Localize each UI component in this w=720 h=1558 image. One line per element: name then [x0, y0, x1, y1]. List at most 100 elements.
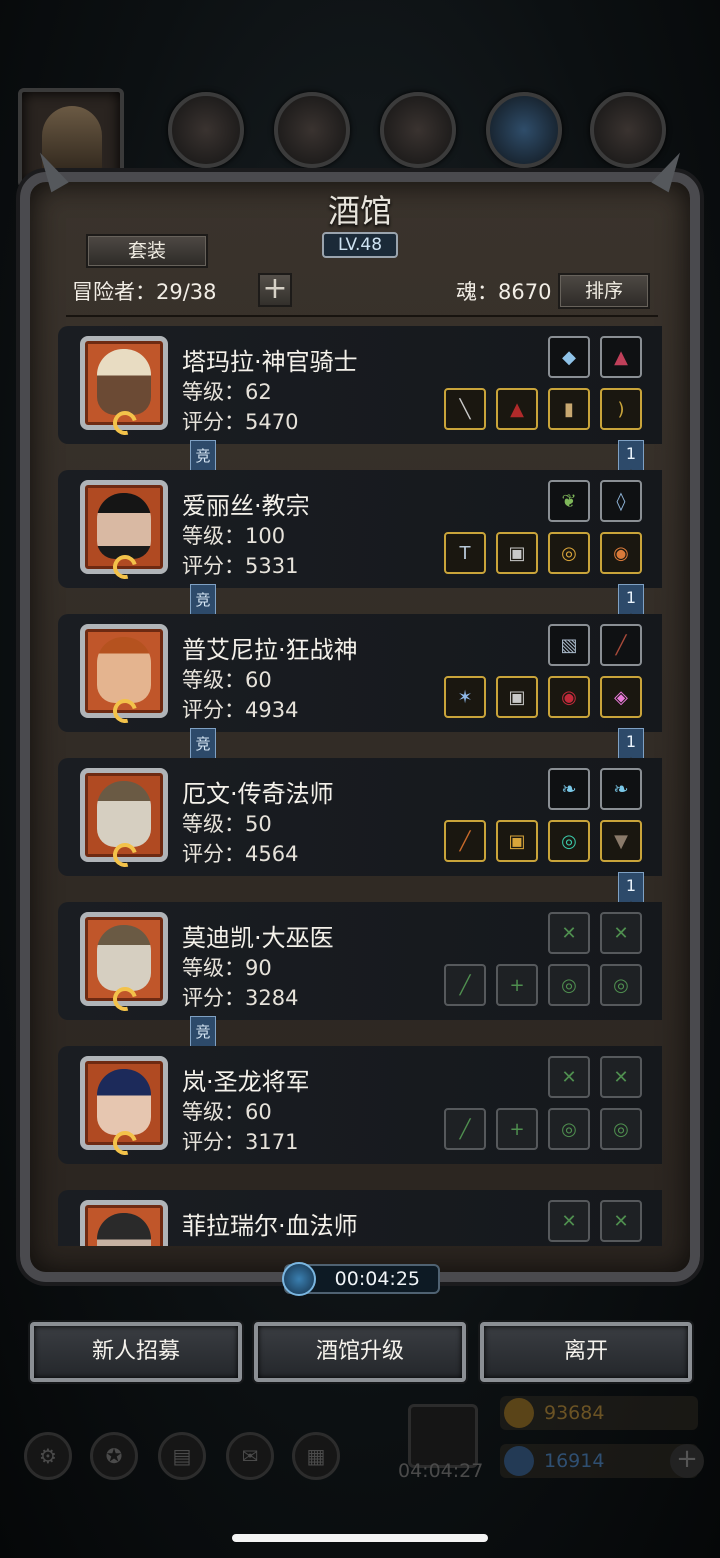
- spirit-icon[interactable]: ❧: [600, 768, 642, 810]
- armor-icon[interactable]: ▣: [496, 676, 538, 718]
- spirit-icon[interactable]: ❧: [548, 768, 590, 810]
- hero-card[interactable]: 岚·圣龙将军 等级：60 评分：3171 ✕ ✕ ╱ + ◎ ◎: [58, 1046, 662, 1164]
- armor-icon[interactable]: ▣: [496, 532, 538, 574]
- hero-portrait: [80, 1200, 168, 1246]
- hat-icon[interactable]: ▲: [600, 336, 642, 378]
- hero-name: 塔玛拉·神官骑士: [182, 348, 358, 376]
- empty-slot-icon[interactable]: ✕: [600, 912, 642, 954]
- hero-portrait: [80, 768, 168, 872]
- hero-name: 爱丽丝·教宗: [182, 492, 310, 520]
- sort-button[interactable]: 排序: [558, 273, 650, 309]
- empty-weapon-slot-icon[interactable]: ╱: [444, 964, 486, 1006]
- hammer-icon[interactable]: T: [444, 532, 486, 574]
- hero-list[interactable]: 塔玛拉·神官骑士 等级：62 评分：5470 ◆ ▲ ╲ ▲ ▮ ) 竞 1 爱…: [58, 326, 662, 1246]
- treasure-chest-icon[interactable]: [408, 1404, 478, 1468]
- hero-card[interactable]: 厄文·传奇法师 等级：50 评分：4564 ❧ ❧ ╱ ▣ ◎ ▼: [58, 758, 662, 876]
- leaf-icon[interactable]: ❦: [548, 480, 590, 522]
- empty-ring-slot-icon[interactable]: ◎: [600, 1108, 642, 1150]
- hero-card[interactable]: 爱丽丝·教宗 等级：100 评分：5331 ❦ ◊ T ▣ ◎ ◉: [58, 470, 662, 588]
- arena-tag: 竞: [190, 440, 216, 472]
- hero-face: [97, 349, 151, 415]
- add-capacity-button[interactable]: +: [258, 273, 292, 307]
- scroll-icon[interactable]: ▮: [548, 388, 590, 430]
- hero-card[interactable]: 普艾尼拉·狂战神 等级：60 评分：4934 ▧ ╱ ✶ ▣ ◉ ◈: [58, 614, 662, 732]
- empty-ring-slot-icon[interactable]: ◎: [548, 1108, 590, 1150]
- hero-face: [97, 1213, 151, 1246]
- set-button[interactable]: 套装: [86, 234, 208, 268]
- sapphire-gem-icon[interactable]: ◆: [548, 336, 590, 378]
- cloak-icon[interactable]: ▼: [600, 820, 642, 862]
- clock-icon: [282, 1262, 316, 1296]
- hero-portrait: [80, 336, 168, 440]
- upgrade-tavern-button[interactable]: 酒馆升级: [254, 1322, 466, 1382]
- hero-score: 评分：5470: [182, 410, 299, 434]
- hero-card[interactable]: 莫迪凯·大巫医 等级：90 评分：3284 ✕ ✕ ╱ + ◎ ◎: [58, 902, 662, 1020]
- empty-weapon-slot-icon[interactable]: ╱: [444, 1108, 486, 1150]
- wood-resource-icon[interactable]: [274, 92, 350, 168]
- mace-icon[interactable]: ╲: [444, 388, 486, 430]
- bow-icon[interactable]: ): [600, 388, 642, 430]
- gold-bar: 93684: [500, 1396, 698, 1430]
- empty-ring-slot-icon[interactable]: ◎: [548, 964, 590, 1006]
- empty-slot-icon[interactable]: ✕: [600, 1200, 642, 1242]
- hero-portrait: [80, 912, 168, 1016]
- orb-ring-icon[interactable]: ◉: [600, 532, 642, 574]
- empty-slot-icon[interactable]: ✕: [548, 1200, 590, 1242]
- empty-slot-icon[interactable]: ✕: [600, 1056, 642, 1098]
- hero-score: 评分：5331: [182, 554, 299, 578]
- hero-card[interactable]: 塔玛拉·神官骑士 等级：62 评分：5470 ◆ ▲ ╲ ▲ ▮ ): [58, 326, 662, 444]
- ring-icon[interactable]: ◎: [548, 532, 590, 574]
- empty-armor-slot-icon[interactable]: +: [496, 1108, 538, 1150]
- hero-level: 等级：90: [182, 956, 272, 980]
- amulet-icon[interactable]: ◉: [548, 676, 590, 718]
- recruit-button[interactable]: 新人招募: [30, 1322, 242, 1382]
- hero-portrait: [80, 1056, 168, 1160]
- hero-portrait: [80, 624, 168, 728]
- hero-score: 评分：4934: [182, 698, 299, 722]
- panel-title: 酒馆: [327, 192, 392, 230]
- hero-face: [97, 493, 151, 559]
- hero-name: 岚·圣龙将军: [182, 1068, 310, 1096]
- empty-slot-icon[interactable]: ✕: [548, 912, 590, 954]
- inventory-icon[interactable]: ▦: [292, 1432, 340, 1480]
- food-resource-icon[interactable]: [168, 92, 244, 168]
- gem-amount: 16914: [544, 1450, 605, 1472]
- empty-armor-slot-icon[interactable]: +: [496, 964, 538, 1006]
- necklace-icon[interactable]: ◊: [600, 480, 642, 522]
- feather-icon[interactable]: ╱: [600, 624, 642, 666]
- empty-slot-icon[interactable]: ✕: [548, 1056, 590, 1098]
- achievement-icon[interactable]: ✪: [90, 1432, 138, 1480]
- hero-name: 莫迪凯·大巫医: [182, 924, 334, 952]
- header-divider: [66, 315, 658, 317]
- add-gems-icon[interactable]: +: [670, 1444, 704, 1478]
- stone-resource-icon[interactable]: [590, 92, 666, 168]
- empty-ring-slot-icon[interactable]: ◎: [600, 964, 642, 1006]
- home-indicator[interactable]: [232, 1534, 488, 1542]
- hero-level: 等级：60: [182, 1100, 272, 1124]
- crystal-resource-icon[interactable]: [486, 92, 562, 168]
- iron-resource-icon[interactable]: [380, 92, 456, 168]
- hero-name: 普艾尼拉·狂战神: [182, 636, 358, 664]
- hero-level: 等级：62: [182, 380, 272, 404]
- quest-icon[interactable]: ▤: [158, 1432, 206, 1480]
- rune-icon[interactable]: ◈: [600, 676, 642, 718]
- hero-face: [97, 781, 151, 847]
- hero-score: 评分：3284: [182, 986, 299, 1010]
- hero-level: 等级：100: [182, 524, 286, 548]
- hero-name: 厄文·传奇法师: [182, 780, 334, 808]
- staff-icon[interactable]: ╱: [444, 820, 486, 862]
- bracelet-icon[interactable]: ◎: [548, 820, 590, 862]
- robe-icon[interactable]: ▲: [496, 388, 538, 430]
- leave-button[interactable]: 离开: [480, 1322, 692, 1382]
- spear-icon[interactable]: ✶: [444, 676, 486, 718]
- hero-face: [97, 925, 151, 991]
- settings-gear-icon[interactable]: ⚙: [24, 1432, 72, 1480]
- gem-bar: 16914: [500, 1444, 698, 1478]
- mail-icon[interactable]: ✉: [226, 1432, 274, 1480]
- hero-card[interactable]: 菲拉瑞尔·血法师 ✕ ✕: [58, 1190, 662, 1246]
- gold-coin-icon: [504, 1398, 534, 1428]
- armor-icon[interactable]: ▣: [496, 820, 538, 862]
- arena-tag: 竞: [190, 1016, 216, 1048]
- hero-level: 等级：50: [182, 812, 272, 836]
- shield-icon[interactable]: ▧: [548, 624, 590, 666]
